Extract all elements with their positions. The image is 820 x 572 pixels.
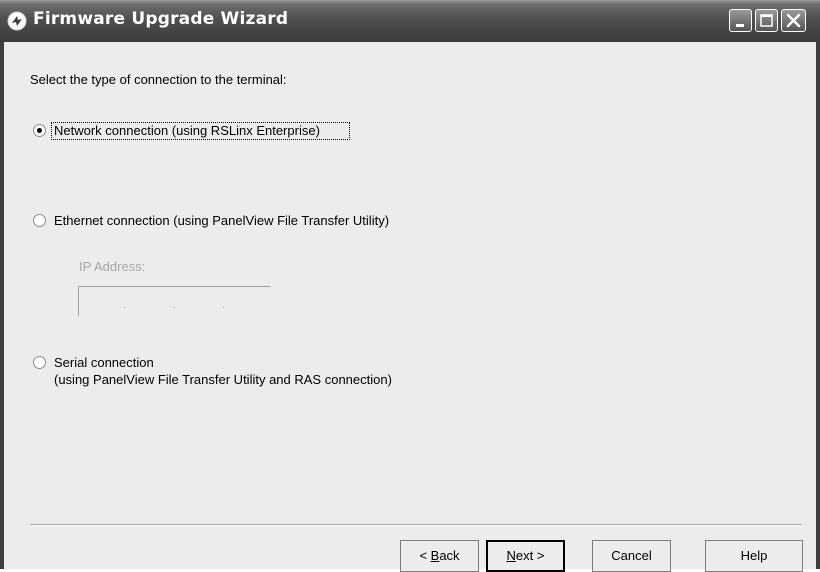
maximize-button[interactable] [755, 9, 778, 32]
radio-selected-dot [37, 128, 42, 133]
connection-prompt: Select the type of connection to the ter… [30, 72, 287, 87]
cancel-button[interactable]: Cancel [592, 540, 671, 572]
ip-separator: . [173, 299, 177, 311]
next-mnemonic: N [506, 548, 516, 563]
next-rest: ext > [515, 548, 545, 563]
wizard-window: Firmware Upgrade Wizard Select the type … [0, 0, 820, 572]
minimize-button[interactable] [729, 9, 752, 32]
title-bar[interactable]: Firmware Upgrade Wizard [0, 0, 820, 42]
footer-separator [30, 524, 802, 526]
firmware-icon [7, 11, 27, 31]
close-button[interactable] [781, 9, 806, 32]
wizard-content: Select the type of connection to the ter… [4, 42, 816, 572]
serial-connection-label[interactable]: Serial connection [54, 355, 154, 370]
ip-separator: . [222, 299, 226, 311]
ip-address-label: IP Address: [79, 259, 146, 274]
minimize-icon [736, 24, 744, 27]
network-connection-label[interactable]: Network connection (using RSLinx Enterpr… [54, 123, 320, 138]
ip-address-field[interactable]: . . . [78, 286, 271, 316]
window-title: Firmware Upgrade Wizard [33, 9, 289, 29]
back-prefix: < [419, 548, 431, 563]
network-connection-radio[interactable] [33, 124, 46, 137]
ethernet-connection-radio[interactable] [33, 214, 46, 227]
serial-connection-sublabel[interactable]: (using PanelView File Transfer Utility a… [54, 372, 392, 387]
close-icon [786, 13, 801, 28]
ethernet-connection-label[interactable]: Ethernet connection (using PanelView Fil… [54, 213, 389, 228]
maximize-icon [760, 14, 773, 27]
back-button[interactable]: < Back [400, 540, 479, 572]
help-button[interactable]: Help [705, 540, 803, 572]
next-button[interactable]: Next > [486, 540, 565, 572]
ip-separator: . [123, 299, 127, 311]
serial-connection-radio[interactable] [33, 356, 46, 369]
back-rest: ack [439, 548, 460, 563]
